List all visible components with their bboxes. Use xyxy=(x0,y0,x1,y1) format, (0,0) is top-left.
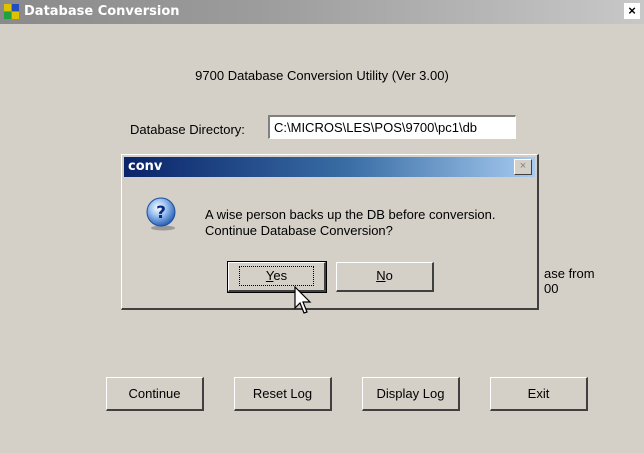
dialog-title: conv xyxy=(128,159,163,174)
window-close-button[interactable]: × xyxy=(624,3,640,19)
obscured-status-text: ase from 00 xyxy=(544,266,595,296)
question-icon: ? xyxy=(146,197,176,231)
no-button[interactable]: No xyxy=(336,262,434,292)
dialog-titlebar: conv × xyxy=(124,157,535,177)
dialog-close-button[interactable]: × xyxy=(514,159,532,175)
svg-text:?: ? xyxy=(156,203,166,223)
reset-log-button[interactable]: Reset Log xyxy=(234,377,332,411)
display-log-button[interactable]: Display Log xyxy=(362,377,460,411)
window-title: Database Conversion xyxy=(24,4,180,19)
continue-button[interactable]: Continue xyxy=(106,377,204,411)
db-directory-input[interactable]: C:\MICROS\LES\POS\9700\pc1\db xyxy=(268,115,516,139)
dialog-message: A wise person backs up the DB before con… xyxy=(205,207,496,238)
exit-button[interactable]: Exit xyxy=(490,377,588,411)
mouse-pointer-icon xyxy=(294,286,312,314)
utility-title: 9700 Database Conversion Utility (Ver 3.… xyxy=(195,68,449,83)
db-directory-label: Database Directory: xyxy=(130,122,245,137)
app-icon xyxy=(4,4,19,19)
window-titlebar: Database Conversion × xyxy=(0,0,644,24)
confirm-dialog: conv × ? A wise person backs up the DB b… xyxy=(121,154,539,310)
